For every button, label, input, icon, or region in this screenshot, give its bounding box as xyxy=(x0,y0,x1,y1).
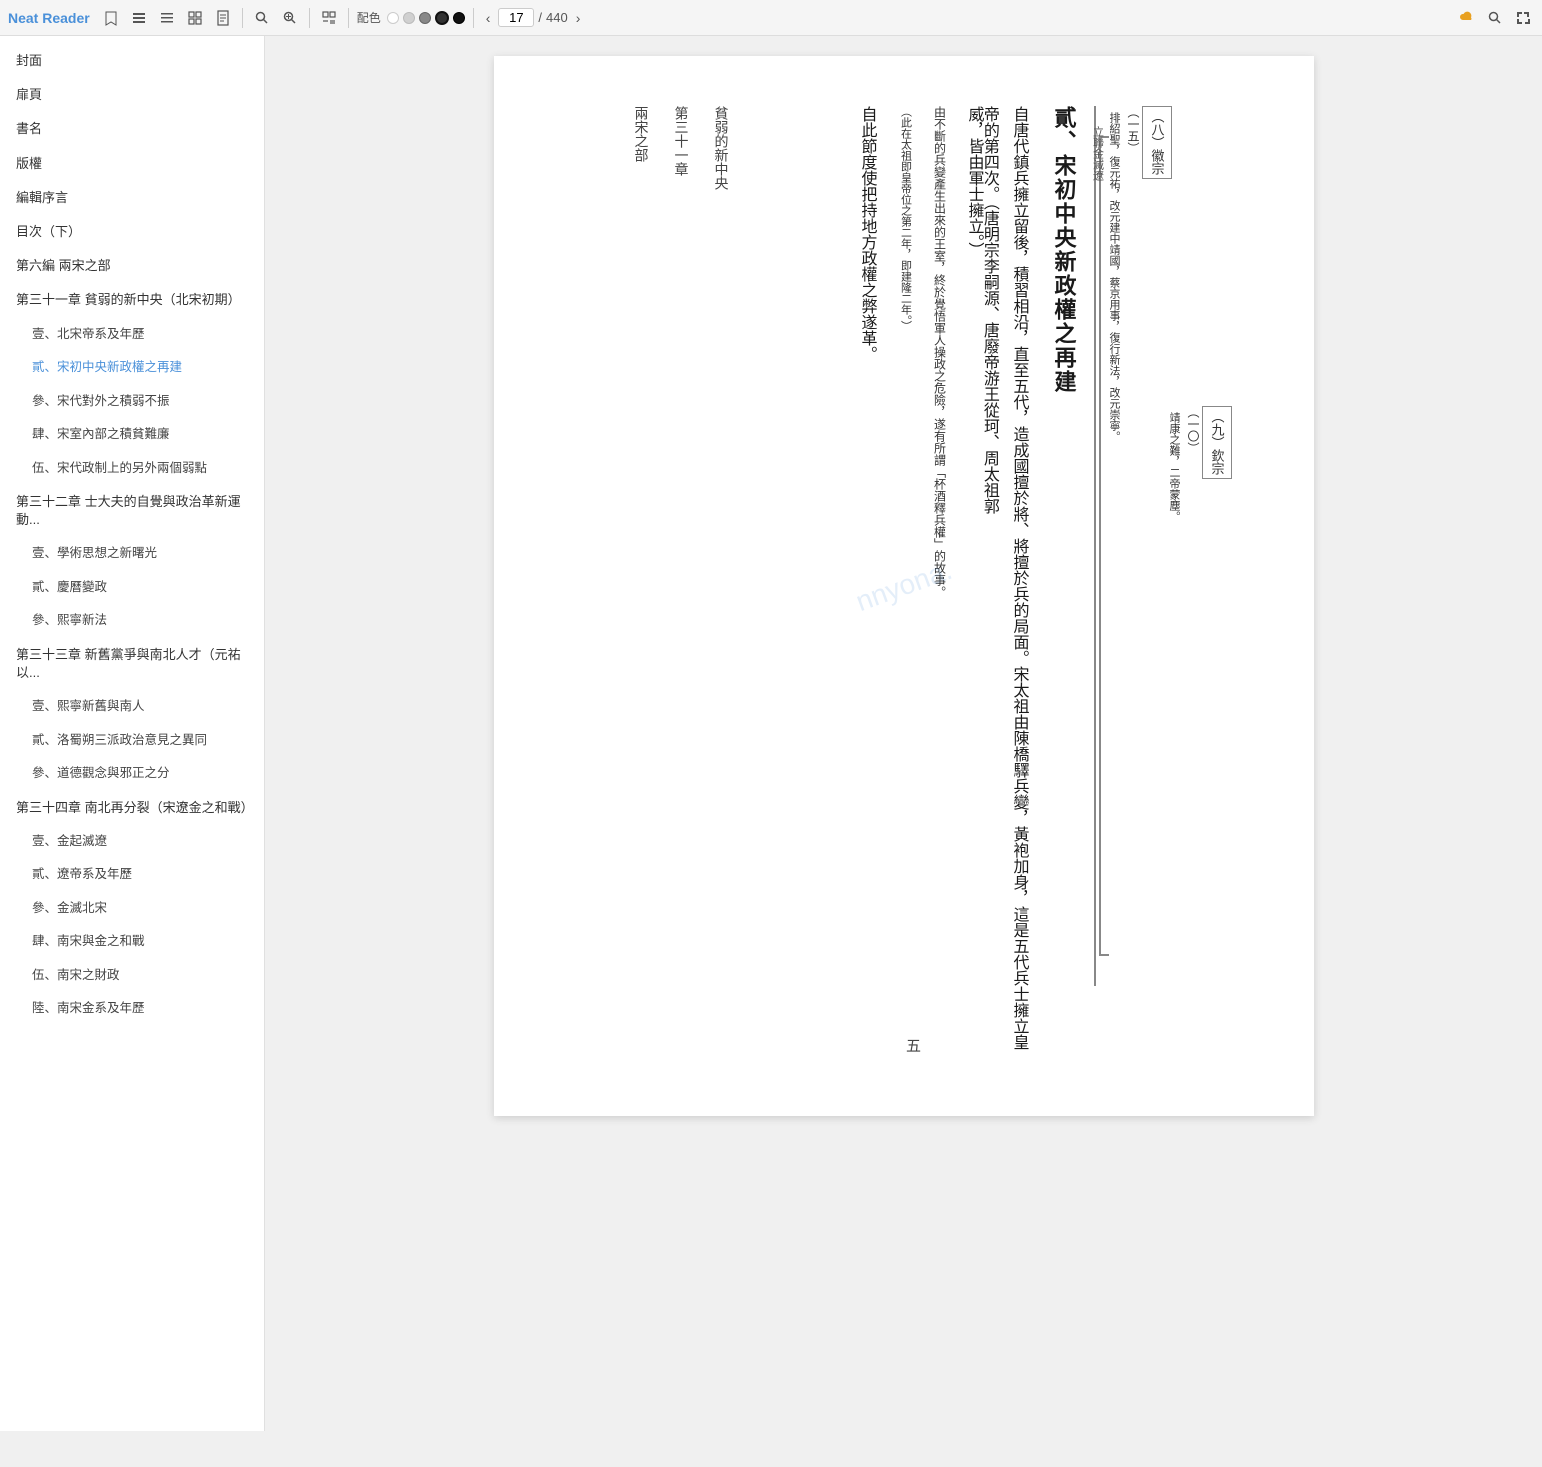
main-text-col1: 自唐代鎮兵擁立留後，積習相沿，直至五代，造成國擅於將、將擅於兵的局面。宋太祖由陳… xyxy=(999,106,1034,1056)
separator-3 xyxy=(348,8,349,28)
emperor-9-notes: 靖康之難，二帝蒙塵。 xyxy=(1166,412,1183,986)
emperor-8-num: （一五） xyxy=(1124,106,1142,986)
main-text-col2: 威，皆由軍士擁立。） xyxy=(954,106,989,258)
annotation-small: （此在太祖即皇帝位之第二年，即建隆二年。） xyxy=(888,106,914,332)
sidebar-item-ch33-2[interactable]: 貳、洛蜀朔三派政治意見之異同 xyxy=(0,724,264,758)
page-inner: （八）徽宗 （一五） 排紹聖，復元祐，改元建中靖國，蔡京用事，復行新法，改元崇寧… xyxy=(554,106,1274,1056)
conclusion-text: 自此節度使把持地方政權之弊遂革。 xyxy=(847,106,882,362)
sidebar-item-copyright[interactable]: 版權 xyxy=(0,147,264,181)
sidebar-item-ch34-2[interactable]: 貳、遼帝系及年歷 xyxy=(0,858,264,892)
color-white[interactable] xyxy=(387,12,399,24)
sidebar-item-preface[interactable]: 扉頁 xyxy=(0,78,264,112)
content-area: nnyona. （八）徽宗 （一五） xyxy=(265,36,1542,1431)
sidebar-item-ch31-3[interactable]: 參、宋代對外之積弱不振 xyxy=(0,385,264,419)
menu-icon[interactable] xyxy=(156,7,178,29)
book-page: nnyona. （八）徽宗 （一五） xyxy=(494,56,1314,1116)
separator-2 xyxy=(309,8,310,28)
sidebar-item-bookname[interactable]: 書名 xyxy=(0,112,264,146)
separator-1 xyxy=(242,8,243,28)
color-options xyxy=(387,11,465,25)
color-darker[interactable] xyxy=(435,11,449,25)
sidebar-item-ch32-1[interactable]: 壹、學術思想之新曙光 xyxy=(0,537,264,571)
emperor-9-col: （九）欽宗 （一〇） 靖康之難，二帝蒙塵。 xyxy=(1176,406,1236,986)
chapter-part-label: 兩宋之部 xyxy=(624,106,654,162)
search2-icon[interactable] xyxy=(279,7,301,29)
color-light[interactable] xyxy=(403,12,415,24)
bookmark-icon[interactable] xyxy=(100,7,122,29)
sidebar-item-ch32-3[interactable]: 參、熙寧新法 xyxy=(0,604,264,638)
section-title: 貳、宋初中央新政權之再建 xyxy=(1044,106,1084,394)
sidebar: 封面 扉頁 書名 版權 編輯序言 目次（下） 第六編 兩宋之部 第三十一章 貧弱… xyxy=(0,36,265,1431)
sidebar-item-ch31[interactable]: 第三十一章 貧弱的新中央（北宋初期） xyxy=(0,283,264,317)
sidebar-item-ch34-5[interactable]: 伍、南宋之財政 xyxy=(0,959,264,993)
sidebar-item-ch31-5[interactable]: 伍、宋代政制上的另外兩個弱點 xyxy=(0,452,264,486)
sidebar-item-cover[interactable]: 封面 xyxy=(0,44,264,78)
sidebar-item-ch33-1[interactable]: 壹、熙寧新舊與南人 xyxy=(0,690,264,724)
sidebar-item-ch31-4[interactable]: 肆、宋室內部之積貧難廉 xyxy=(0,418,264,452)
emperor-8-notes: 排紹聖，復元祐，改元建中靖國，蔡京用事，復行新法，改元崇寧。 xyxy=(1106,112,1123,986)
emperor-9-num: （一〇） xyxy=(1184,406,1202,986)
expand-icon[interactable] xyxy=(318,7,340,29)
emperor-8-label: （八）徽宗 xyxy=(1142,106,1172,179)
sidebar-item-ch33-3[interactable]: 參、道德觀念與邪正之分 xyxy=(0,757,264,791)
doc-icon[interactable] xyxy=(212,7,234,29)
toolbar: Neat Reader 配色 ‹ xyxy=(0,0,1542,36)
page-navigation: ‹ / 440 › xyxy=(482,8,585,28)
annotation-col: 由不斷的兵變產生出來的王室，終於覺悟軍人操政之危險，遂有所謂「杯酒釋兵權」的故事… xyxy=(919,106,949,598)
emperor-8-events: 立聯金滅遼 xyxy=(1089,126,1106,986)
sidebar-item-ch31-2[interactable]: 貳、宋初中央新政權之再建 xyxy=(0,351,264,385)
fit-icon[interactable] xyxy=(1512,7,1534,29)
emperor-9-label: （九）欽宗 xyxy=(1202,406,1232,479)
sidebar-item-ch34-1[interactable]: 壹、金起滅遼 xyxy=(0,825,264,859)
page-number: 五 xyxy=(906,1035,921,1056)
chapter-name-label: 貧弱的新中央 xyxy=(704,106,734,190)
separator-4 xyxy=(473,8,474,28)
app-title: Neat Reader xyxy=(8,10,90,26)
sidebar-item-ch31-1[interactable]: 壹、北宋帝系及年歷 xyxy=(0,318,264,352)
search-icon[interactable] xyxy=(251,7,273,29)
sidebar-item-ch32[interactable]: 第三十二章 士大夫的自覺與政治革新運動... xyxy=(0,485,264,537)
sidebar-item-ch34-4[interactable]: 肆、南宋與金之和戰 xyxy=(0,925,264,959)
sidebar-item-ch34-3[interactable]: 參、金滅北宋 xyxy=(0,892,264,926)
color-label: 配色 xyxy=(357,9,381,26)
color-dark[interactable] xyxy=(419,12,431,24)
sidebar-item-ch34[interactable]: 第三十四章 南北再分裂（宋遼金之和戰） xyxy=(0,791,264,825)
lineage-panel: （八）徽宗 （一五） 排紹聖，復元祐，改元建中靖國，蔡京用事，復行新法，改元崇寧… xyxy=(1094,106,1274,986)
grid-icon[interactable] xyxy=(184,7,206,29)
cloud-icon[interactable] xyxy=(1456,7,1478,29)
chapter-number-label: 第三十一章 xyxy=(664,106,694,176)
right-toolbar xyxy=(1456,7,1534,29)
sidebar-item-ch32-2[interactable]: 貳、慶曆變政 xyxy=(0,571,264,605)
main-layout: 封面 扉頁 書名 版權 編輯序言 目次（下） 第六編 兩宋之部 第三十一章 貧弱… xyxy=(0,36,1542,1431)
page-separator: / xyxy=(538,10,542,25)
page-number-input[interactable] xyxy=(498,8,534,27)
sidebar-item-ch34-6[interactable]: 陸、南宋金系及年歷 xyxy=(0,992,264,1026)
sidebar-item-editorial[interactable]: 編輯序言 xyxy=(0,181,264,215)
page-total: 440 xyxy=(546,10,568,25)
sidebar-item-toc[interactable]: 目次（下） xyxy=(0,215,264,249)
sidebar-item-ch33[interactable]: 第三十三章 新舊黨爭與南北人才（元祐以... xyxy=(0,638,264,690)
prev-page-button[interactable]: ‹ xyxy=(482,8,495,28)
color-black[interactable] xyxy=(453,12,465,24)
layers-icon[interactable] xyxy=(128,7,150,29)
next-page-button[interactable]: › xyxy=(572,8,585,28)
search-right-icon[interactable] xyxy=(1484,7,1506,29)
sidebar-item-part6[interactable]: 第六編 兩宋之部 xyxy=(0,249,264,283)
